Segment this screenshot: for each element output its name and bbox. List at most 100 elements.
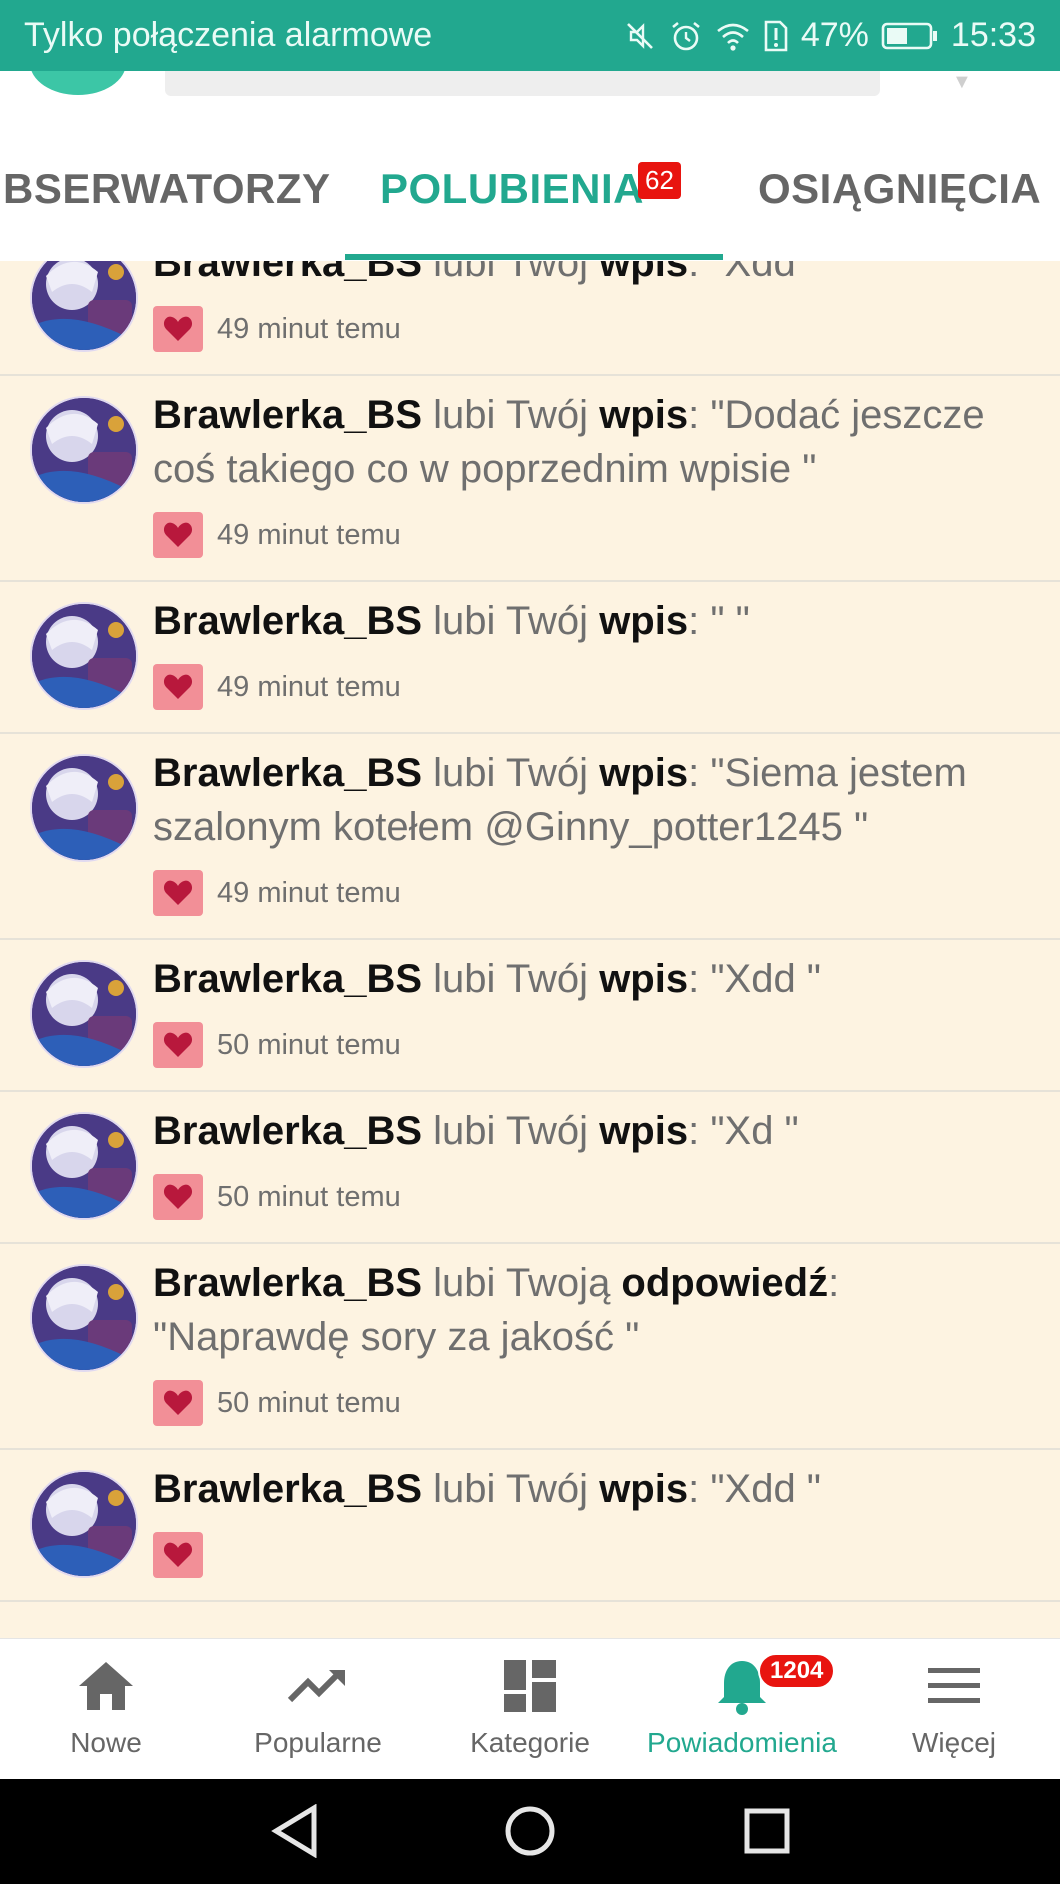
wifi-icon — [715, 19, 751, 53]
username-link[interactable]: Brawlerka_BS — [153, 1467, 422, 1511]
notifications-count-badge: 1204 — [758, 1653, 836, 1689]
notification-meta: 50 minut temu — [153, 1174, 1020, 1220]
notification-tabs: BSERWATORZY POLUBIENIA 62 OSIĄGNIĘCIA — [0, 99, 1060, 261]
tab-achievements[interactable]: OSIĄGNIĘCIA — [758, 165, 1041, 213]
quoted-text: : " " — [688, 599, 750, 643]
heart-icon — [153, 512, 203, 558]
notification-text: Brawlerka_BS lubi Twój wpis: " " — [153, 594, 1020, 648]
notification-meta: 49 minut temu — [153, 306, 1020, 352]
app-logo[interactable] — [30, 71, 126, 95]
notification-text: Brawlerka_BS lubi Twój wpis: "Siema jest… — [153, 746, 1020, 854]
notification-meta: 49 minut temu — [153, 664, 1020, 710]
list-item[interactable]: Brawlerka_BS lubi Twój wpis: "Xdd " 50 mi… — [0, 940, 1060, 1092]
action-text: lubi Twój — [422, 957, 600, 1001]
target-link[interactable]: wpis — [599, 261, 688, 285]
timestamp: 49 minut temu — [217, 876, 401, 909]
username-link[interactable]: Brawlerka_BS — [153, 957, 422, 1001]
list-item[interactable]: Brawlerka_BS lubi Twoją odpowiedź: "Napr… — [0, 1244, 1060, 1450]
status-icons: 47% 15:33 — [623, 16, 1036, 55]
avatar[interactable] — [30, 1112, 138, 1220]
target-link[interactable]: wpis — [599, 393, 688, 437]
tab-likes[interactable]: POLUBIENIA — [380, 165, 644, 213]
bell-icon: 1204 — [716, 1653, 836, 1715]
timestamp: 50 minut temu — [217, 1386, 401, 1419]
username-link[interactable]: Brawlerka_BS — [153, 751, 422, 795]
timestamp: 49 minut temu — [217, 312, 401, 345]
username-link[interactable]: Brawlerka_BS — [153, 261, 422, 285]
action-text: lubi Twój — [422, 261, 600, 285]
target-link[interactable]: odpowiedź — [621, 1261, 828, 1305]
nav-item-notifications[interactable]: 1204 Powiadomienia — [636, 1639, 848, 1779]
home-circle-icon[interactable] — [503, 1804, 557, 1863]
heart-icon — [153, 1532, 203, 1578]
search-input[interactable] — [165, 71, 880, 96]
notification-text: Brawlerka_BS lubi Twój wpis: "Xd " — [153, 1104, 1020, 1158]
list-item[interactable]: Brawlerka_BS lubi Twój wpis: "Xdd" 49 min… — [0, 261, 1060, 376]
nav-label: Powiadomienia — [647, 1727, 837, 1758]
recents-icon[interactable] — [742, 1804, 792, 1863]
likes-feed[interactable]: Brawlerka_BS lubi Twój wpis: "Xdd" 49 min… — [0, 261, 1060, 1638]
notification-meta: 50 minut temu — [153, 1380, 1020, 1426]
chevron-down-icon[interactable]: ▼ — [952, 71, 972, 94]
avatar[interactable] — [30, 1470, 138, 1578]
avatar[interactable] — [30, 602, 138, 710]
notification-meta — [153, 1532, 1020, 1578]
target-link[interactable]: wpis — [599, 1467, 688, 1511]
nav-item-new[interactable]: Nowe — [0, 1639, 212, 1779]
grid-icon — [502, 1657, 558, 1715]
username-link[interactable]: Brawlerka_BS — [153, 599, 422, 643]
username-link[interactable]: Brawlerka_BS — [153, 1261, 422, 1305]
nav-item-popular[interactable]: Popularne — [212, 1639, 424, 1779]
list-item[interactable]: Brawlerka_BS lubi Twój wpis: "Dodać jesz… — [0, 376, 1060, 582]
timestamp: 49 minut temu — [217, 518, 401, 551]
list-item[interactable]: Brawlerka_BS lubi Twój wpis: " " 49 minut… — [0, 582, 1060, 734]
list-item[interactable]: Brawlerka_BS lubi Twój wpis: "Siema jest… — [0, 734, 1060, 940]
app-header: ▼ — [0, 71, 1060, 99]
notification-content: Brawlerka_BS lubi Twój wpis: "Xdd " 50 mi… — [153, 952, 1020, 1068]
action-text: lubi Twoją — [422, 1261, 622, 1305]
target-link[interactable]: wpis — [599, 599, 688, 643]
heart-icon — [153, 1174, 203, 1220]
notification-text: Brawlerka_BS lubi Twój wpis: "Xdd" — [153, 261, 1020, 290]
nav-item-more[interactable]: Więcej — [848, 1639, 1060, 1779]
list-item[interactable]: Brawlerka_BS lubi Twój wpis: "Xdd " — [0, 1450, 1060, 1602]
avatar[interactable] — [30, 754, 138, 862]
notification-text: Brawlerka_BS lubi Twój wpis: "Xdd " — [153, 952, 1020, 1006]
avatar[interactable] — [30, 261, 138, 352]
back-icon[interactable] — [270, 1803, 320, 1863]
trending-icon — [287, 1657, 349, 1715]
action-text: lubi Twój — [422, 393, 600, 437]
target-link[interactable]: wpis — [599, 751, 688, 795]
username-link[interactable]: Brawlerka_BS — [153, 1109, 422, 1153]
battery-percent: 47% — [800, 16, 869, 54]
avatar[interactable] — [30, 960, 138, 1068]
list-item[interactable]: Brawlerka_BS lubi Twój wpis: "Xd " 50 min… — [0, 1092, 1060, 1244]
target-link[interactable]: wpis — [599, 1109, 688, 1153]
bottom-navigation: Nowe Popularne Kategorie 1204 Powiadomie… — [0, 1638, 1060, 1779]
notification-text: Brawlerka_BS lubi Twój wpis: "Xdd " — [153, 1462, 1020, 1516]
target-link[interactable]: wpis — [599, 957, 688, 1001]
notification-content: Brawlerka_BS lubi Twój wpis: "Xd " 50 min… — [153, 1104, 1020, 1220]
nav-label: Nowe — [70, 1727, 142, 1758]
heart-icon — [153, 306, 203, 352]
active-tab-indicator — [345, 254, 723, 260]
notification-content: Brawlerka_BS lubi Twój wpis: "Dodać jesz… — [153, 388, 1020, 558]
quoted-text: : "Xd " — [688, 1109, 799, 1153]
avatar[interactable] — [30, 1264, 138, 1372]
avatar[interactable] — [30, 396, 138, 504]
action-text: lubi Twój — [422, 751, 600, 795]
system-navigation-bar — [0, 1778, 1060, 1884]
likes-count-badge: 62 — [638, 162, 681, 199]
notification-meta: 49 minut temu — [153, 512, 1020, 558]
timestamp: 49 minut temu — [217, 670, 401, 703]
tab-followers[interactable]: BSERWATORZY — [3, 165, 331, 213]
nav-label: Popularne — [254, 1727, 382, 1758]
notification-text: Brawlerka_BS lubi Twoją odpowiedź: "Napr… — [153, 1256, 1020, 1364]
quoted-text: : "Xdd" — [688, 261, 810, 285]
nav-label: Kategorie — [470, 1727, 590, 1758]
clock-time: 15:33 — [950, 16, 1036, 54]
notification-content: Brawlerka_BS lubi Twój wpis: " " 49 minut… — [153, 594, 1020, 710]
nav-item-categories[interactable]: Kategorie — [424, 1639, 636, 1779]
username-link[interactable]: Brawlerka_BS — [153, 393, 422, 437]
timestamp: 50 minut temu — [217, 1180, 401, 1213]
